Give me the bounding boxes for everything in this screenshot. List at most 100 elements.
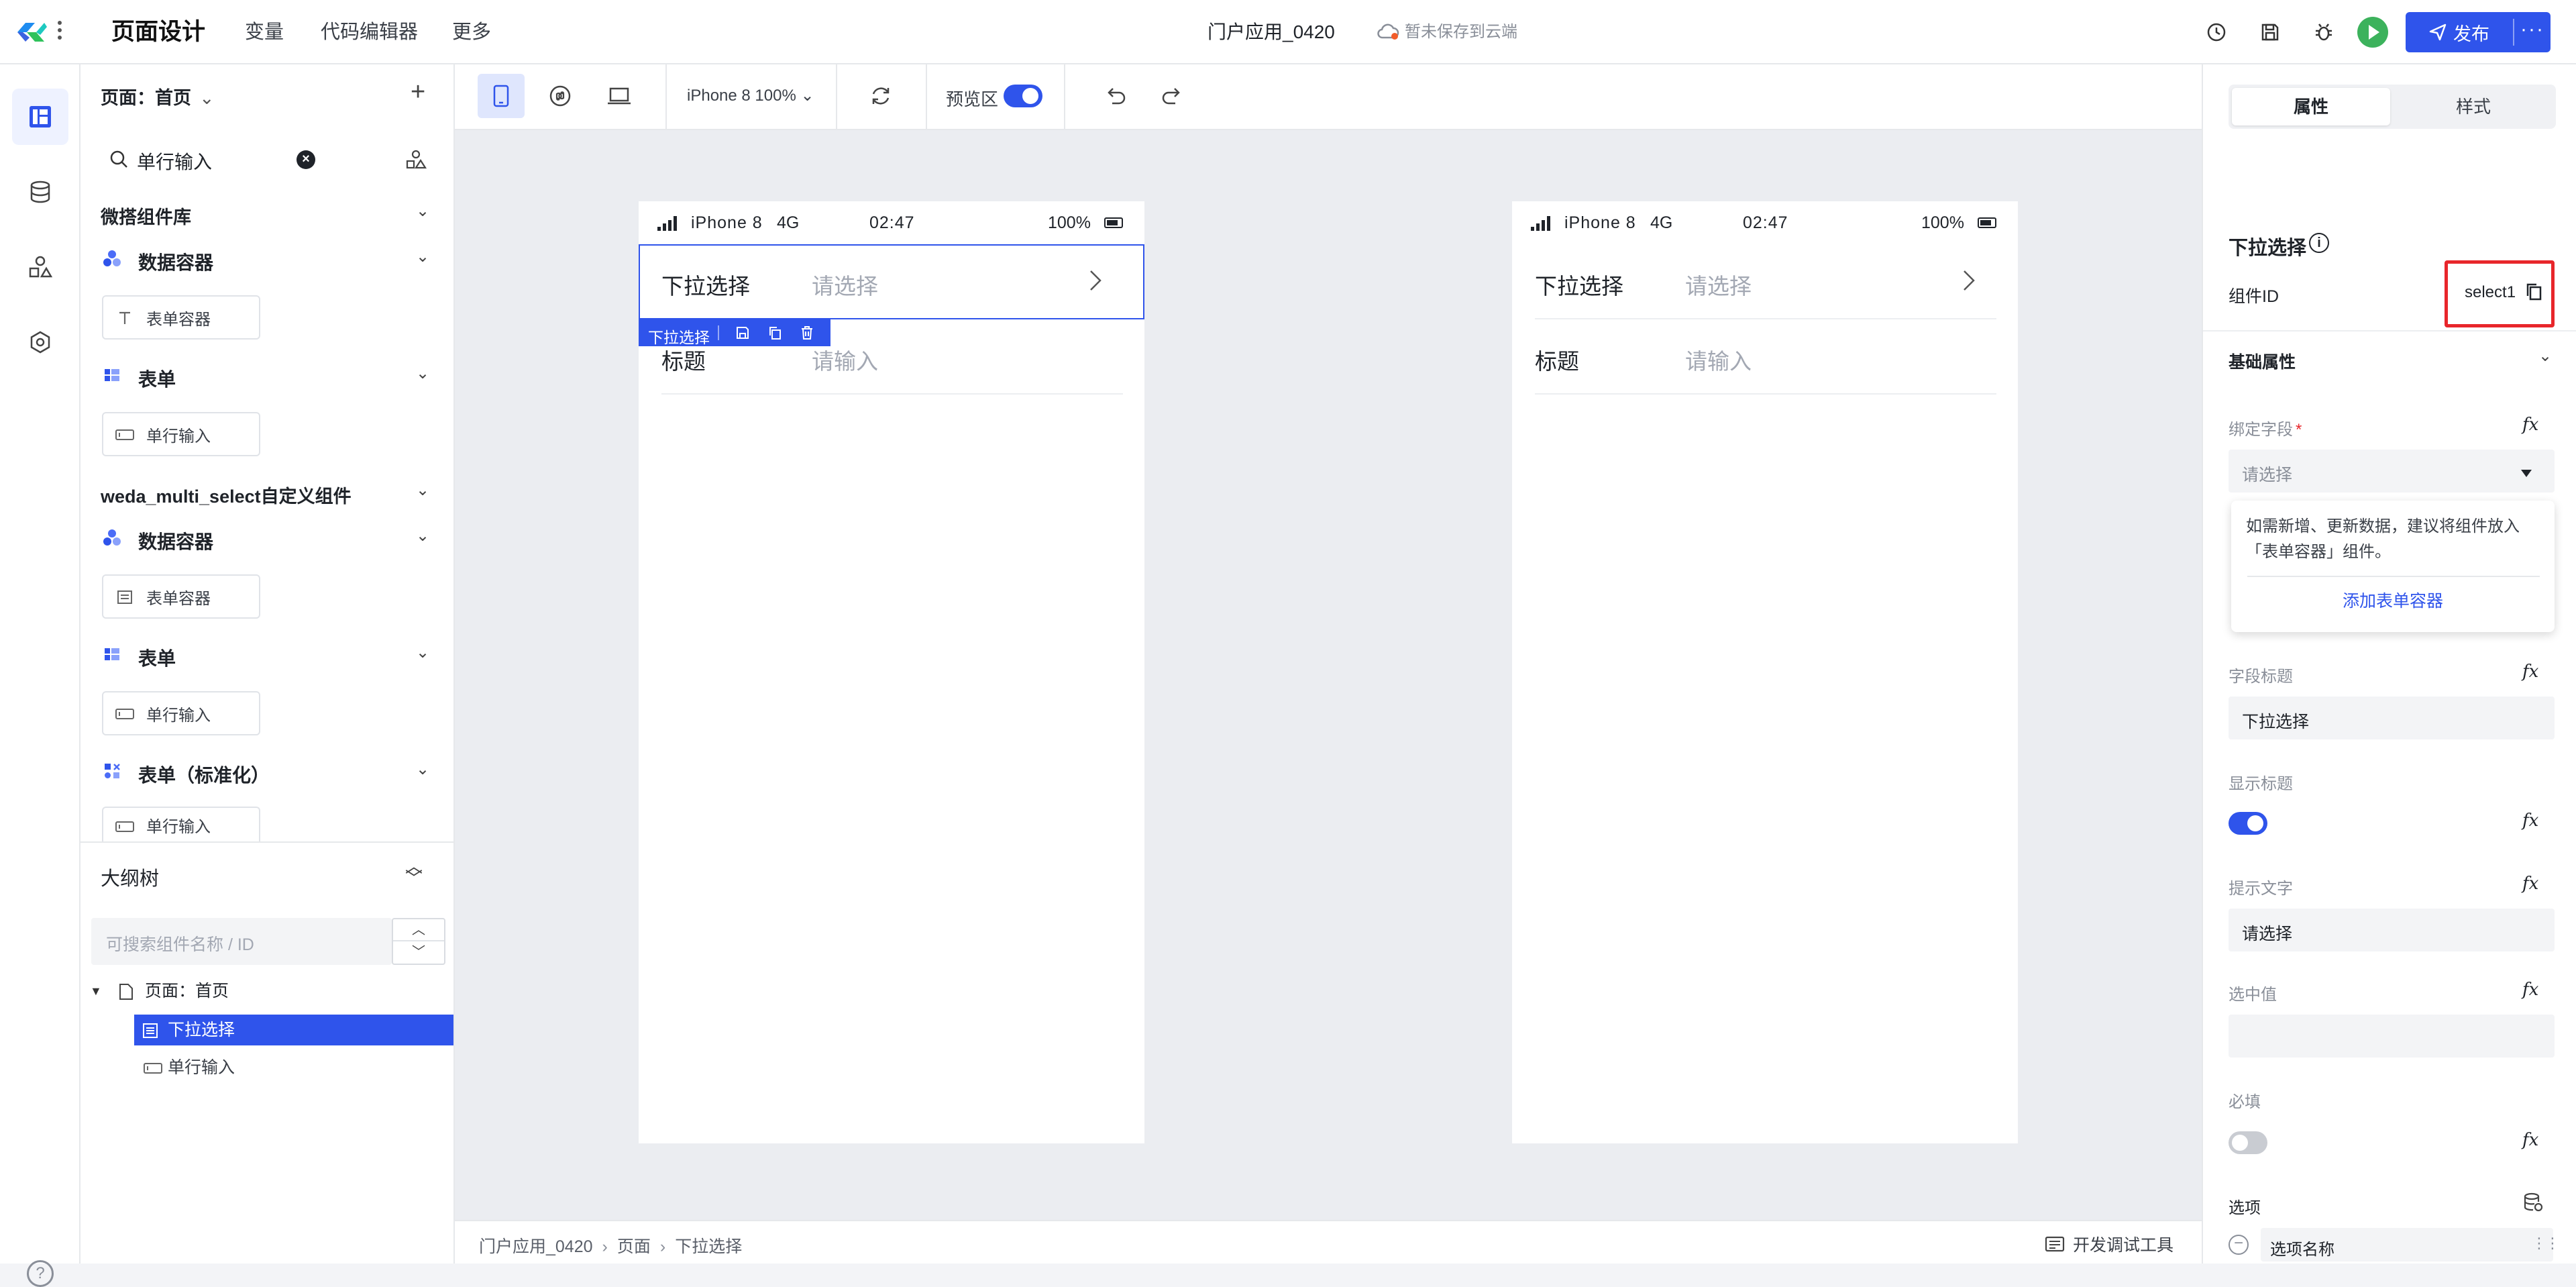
chip-label: 表单容器 [146,310,211,329]
fx-icon[interactable]: fx [2522,980,2538,1000]
add-form-container-link[interactable]: 添加表单容器 [2231,588,2555,612]
status-time: 02:47 [869,213,915,232]
caret-down-icon[interactable]: ▼ [90,976,102,1007]
publish-more-button[interactable]: ··· [2514,12,2551,52]
group-title[interactable]: 表单 [138,644,176,671]
tree-node-page[interactable]: ▼ 页面：首页 [80,976,453,1007]
delete-icon[interactable] [800,325,814,340]
app-logo[interactable] [15,19,48,46]
history-icon[interactable] [2202,17,2231,47]
expand-collapse-icon[interactable]: ︿ ﹀ [405,858,423,887]
chevron-down-icon[interactable]: ⌄ [416,247,429,266]
pc-view-button[interactable] [596,74,643,118]
more-vertical-icon[interactable] [58,19,63,46]
hint-text-input[interactable]: 请选择 [2229,909,2555,951]
library-title[interactable]: 微搭组件库 [101,203,191,229]
run-button[interactable] [2357,17,2388,48]
chevron-down-icon[interactable]: ⌄ [416,364,429,383]
refresh-button[interactable] [857,74,904,118]
chevron-down-icon[interactable]: ⌄ [416,526,429,546]
text-input-field[interactable]: 标题 请输入 [1535,319,1996,395]
component-chip-text-input[interactable]: 单行输入 [102,412,260,456]
library-title[interactable]: weda_multi_select自定义组件 [101,482,352,508]
fx-icon[interactable]: fx [2522,1130,2538,1150]
breadcrumb-separator: › [659,1237,666,1256]
tab-style[interactable]: 样式 [2394,88,2553,125]
miniprogram-view-button[interactable] [537,74,584,118]
remove-option-icon[interactable]: − [2229,1235,2249,1255]
select-field[interactable]: 下拉选择 请选择 [1535,244,1996,319]
chevron-down-icon[interactable]: ⌄ [416,201,429,221]
redo-button[interactable] [1148,74,1195,118]
component-filter-icon[interactable] [405,149,427,170]
save-template-icon[interactable] [735,325,750,340]
tree-node-select[interactable]: 下拉选择 [134,1015,453,1045]
component-chip-form-container[interactable]: 表单容器 [102,574,260,619]
fx-icon[interactable]: fx [2522,811,2538,831]
breadcrumb-item[interactable]: 页面 [617,1237,651,1256]
component-chip-form-container[interactable]: 表单容器 [102,295,260,340]
group-title[interactable]: 数据容器 [138,248,213,275]
tree-node-text-input[interactable]: 单行输入 [134,1052,453,1083]
undo-button[interactable] [1092,74,1139,118]
publish-button[interactable]: 发布 [2406,12,2513,52]
copy-icon[interactable] [767,325,782,340]
chevron-down-icon[interactable]: ⌄ [2538,346,2552,366]
design-canvas[interactable]: iPhone 8 4G 02:47 100% 下拉选择 请选择 标题 请输入 下… [455,130,2202,1220]
breadcrumb-item[interactable]: 下拉选择 [675,1237,742,1256]
component-chip-text-input[interactable]: 单行输入 [102,691,260,735]
phone-preview[interactable]: iPhone 8 4G 02:47 100% 下拉选择 请选择 标题 请输入 [1512,201,2018,1143]
phone-preview-editor[interactable]: iPhone 8 4G 02:47 100% 下拉选择 请选择 标题 请输入 下… [639,201,1144,1143]
nav-more[interactable]: 更多 [452,0,491,64]
clear-search-icon[interactable]: × [297,150,315,169]
fx-icon[interactable]: fx [2522,874,2538,894]
rail-settings[interactable] [12,314,68,370]
page-selector[interactable]: 页面：首页 ⌄ [101,83,215,109]
breadcrumb-item[interactable]: 门户应用_0420 [479,1237,593,1256]
required-toggle[interactable] [2229,1131,2267,1154]
group-title[interactable]: 数据容器 [138,527,213,554]
nav-variables[interactable]: 变量 [245,0,284,64]
debug-bug-icon[interactable] [2309,17,2339,47]
rail-components[interactable] [12,239,68,295]
breadcrumb-separator: › [602,1237,608,1256]
show-title-toggle[interactable] [2229,812,2267,835]
add-page-button[interactable]: + [411,78,425,107]
component-search-input[interactable]: 单行输入 × [101,138,423,180]
save-icon[interactable] [2255,17,2285,47]
phone-status-bar: iPhone 8 4G 02:47 100% [1512,201,2018,244]
bind-field-select[interactable]: 请选择 [2229,450,2555,493]
options-database-icon[interactable] [2522,1192,2544,1213]
section-basic-props[interactable]: 基础属性 [2229,349,2296,373]
field-title-input[interactable]: 下拉选择 [2229,697,2555,739]
step-up-icon[interactable]: ︿ [393,919,444,941]
fx-icon[interactable]: fx [2522,662,2538,682]
selected-value-input[interactable] [2229,1015,2555,1058]
help-icon[interactable]: ? [27,1260,54,1287]
app-name: 门户应用_0420 [1208,21,1335,42]
rail-data-source[interactable] [12,164,68,220]
outline-search-input[interactable]: 可搜索组件名称 / ID [91,918,392,965]
device-selector[interactable]: iPhone 8 100% ⌄ [687,86,814,105]
mobile-view-button[interactable] [478,74,525,118]
option-name-input[interactable]: 选项名称 [2261,1228,2553,1262]
send-icon [2429,23,2447,41]
dev-debug-tools-button[interactable]: 开发调试工具 [2045,1232,2174,1256]
copy-id-icon[interactable] [2525,282,2542,302]
nav-code-editor[interactable]: 代码编辑器 [321,0,418,64]
tab-properties[interactable]: 属性 [2232,88,2390,125]
info-icon[interactable]: i [2309,233,2329,253]
chevron-down-icon[interactable]: ⌄ [416,480,429,500]
chevron-down-icon[interactable]: ⌄ [416,643,429,662]
page-selector-label: 页面：首页 [101,88,191,108]
drag-handle-icon[interactable]: ⋮⋮ [2532,1235,2560,1252]
outline-nav-stepper[interactable]: ︿ ﹀ [392,918,445,965]
chevron-down-icon[interactable]: ⌄ [416,760,429,779]
fx-icon[interactable]: fx [2522,415,2538,435]
group-title[interactable]: 表单 [138,365,176,392]
step-down-icon[interactable]: ﹀ [393,941,444,964]
group-title[interactable]: 表单（标准化） [138,761,270,788]
preview-toggle[interactable] [1004,85,1042,107]
rail-page-design[interactable] [12,89,68,145]
component-chip-text-input[interactable]: 单行输入 [102,807,260,841]
